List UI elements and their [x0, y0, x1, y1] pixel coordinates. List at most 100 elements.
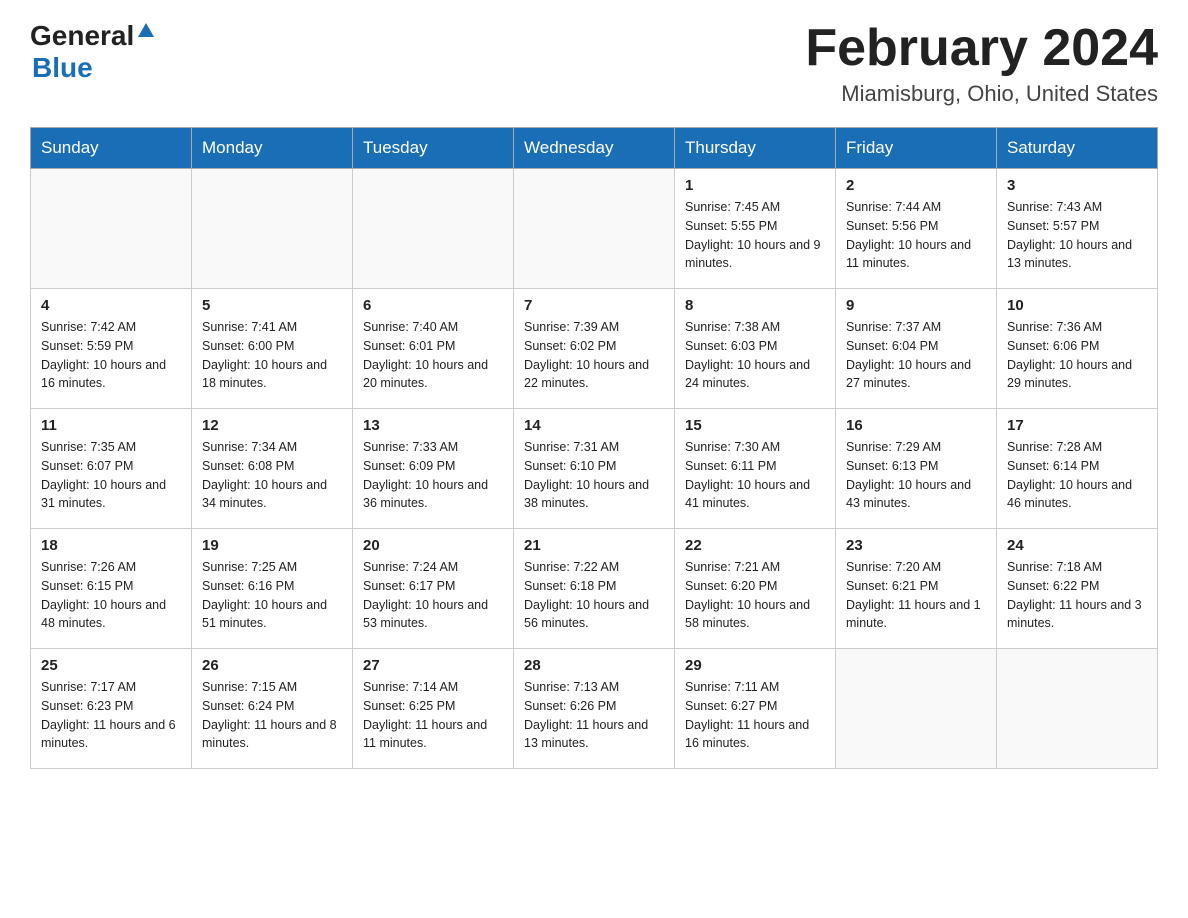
calendar-header: SundayMondayTuesdayWednesdayThursdayFrid… — [31, 128, 1158, 169]
calendar-week-3: 11 Sunrise: 7:35 AMSunset: 6:07 PMDayligh… — [31, 409, 1158, 529]
day-number: 21 — [524, 537, 664, 554]
day-info: Sunrise: 7:33 AMSunset: 6:09 PMDaylight:… — [363, 440, 488, 510]
day-info: Sunrise: 7:34 AMSunset: 6:08 PMDaylight:… — [202, 440, 327, 510]
calendar-cell: 28 Sunrise: 7:13 AMSunset: 6:26 PMDayligh… — [514, 649, 675, 769]
day-info: Sunrise: 7:20 AMSunset: 6:21 PMDaylight:… — [846, 560, 981, 630]
day-number: 5 — [202, 297, 342, 314]
day-number: 15 — [685, 417, 825, 434]
calendar-cell: 14Sunrise: 7:31 AMSunset: 6:10 PMDayligh… — [514, 409, 675, 529]
day-info: Sunrise: 7:13 AMSunset: 6:26 PMDaylight:… — [524, 680, 648, 750]
day-number: 16 — [846, 417, 986, 434]
weekday-header-friday: Friday — [836, 128, 997, 169]
calendar-cell: 2Sunrise: 7:44 AMSunset: 5:56 PMDaylight… — [836, 169, 997, 289]
weekday-header-saturday: Saturday — [997, 128, 1158, 169]
day-number: 1 — [685, 177, 825, 194]
location: Miamisburg, Ohio, United States — [805, 81, 1158, 107]
day-number: 19 — [202, 537, 342, 554]
day-info: Sunrise: 7:14 AMSunset: 6:25 PMDaylight:… — [363, 680, 487, 750]
logo-triangle-icon — [137, 21, 155, 44]
day-info: Sunrise: 7:41 AMSunset: 6:00 PMDaylight:… — [202, 320, 327, 390]
calendar-cell: 5 Sunrise: 7:41 AMSunset: 6:00 PMDaylight… — [192, 289, 353, 409]
calendar-cell: 25Sunrise: 7:17 AMSunset: 6:23 PMDayligh… — [31, 649, 192, 769]
day-info: Sunrise: 7:36 AMSunset: 6:06 PMDaylight:… — [1007, 320, 1132, 390]
day-number: 27 — [363, 657, 503, 674]
day-number: 14 — [524, 417, 664, 434]
calendar-cell: 18Sunrise: 7:26 AMSunset: 6:15 PMDayligh… — [31, 529, 192, 649]
calendar-cell: 9 Sunrise: 7:37 AMSunset: 6:04 PMDaylight… — [836, 289, 997, 409]
calendar-week-5: 25Sunrise: 7:17 AMSunset: 6:23 PMDayligh… — [31, 649, 1158, 769]
day-number: 28 — [524, 657, 664, 674]
calendar-cell: 1 Sunrise: 7:45 AMSunset: 5:55 PMDaylight… — [675, 169, 836, 289]
day-info: Sunrise: 7:25 AMSunset: 6:16 PMDaylight:… — [202, 560, 327, 630]
day-number: 4 — [41, 297, 181, 314]
day-info: Sunrise: 7:22 AMSunset: 6:18 PMDaylight:… — [524, 560, 649, 630]
calendar-cell: 27 Sunrise: 7:14 AMSunset: 6:25 PMDayligh… — [353, 649, 514, 769]
calendar-cell — [192, 169, 353, 289]
calendar-cell: 22 Sunrise: 7:21 AMSunset: 6:20 PMDayligh… — [675, 529, 836, 649]
day-number: 13 — [363, 417, 503, 434]
calendar-cell — [997, 649, 1158, 769]
day-info: Sunrise: 7:43 AMSunset: 5:57 PMDaylight:… — [1007, 200, 1132, 270]
day-info: Sunrise: 7:35 AMSunset: 6:07 PMDaylight:… — [41, 440, 166, 510]
calendar-cell: 11 Sunrise: 7:35 AMSunset: 6:07 PMDayligh… — [31, 409, 192, 529]
calendar-cell: 17Sunrise: 7:28 AMSunset: 6:14 PMDayligh… — [997, 409, 1158, 529]
day-number: 24 — [1007, 537, 1147, 554]
day-number: 11 — [41, 417, 181, 434]
day-info: Sunrise: 7:30 AMSunset: 6:11 PMDaylight:… — [685, 440, 810, 510]
calendar-table: SundayMondayTuesdayWednesdayThursdayFrid… — [30, 127, 1158, 769]
calendar-cell: 20Sunrise: 7:24 AMSunset: 6:17 PMDayligh… — [353, 529, 514, 649]
weekday-header-row: SundayMondayTuesdayWednesdayThursdayFrid… — [31, 128, 1158, 169]
calendar-cell: 13 Sunrise: 7:33 AMSunset: 6:09 PMDayligh… — [353, 409, 514, 529]
calendar-week-4: 18Sunrise: 7:26 AMSunset: 6:15 PMDayligh… — [31, 529, 1158, 649]
calendar-cell: 4 Sunrise: 7:42 AMSunset: 5:59 PMDaylight… — [31, 289, 192, 409]
calendar-cell — [31, 169, 192, 289]
calendar-cell: 8Sunrise: 7:38 AMSunset: 6:03 PMDaylight… — [675, 289, 836, 409]
day-info: Sunrise: 7:18 AMSunset: 6:22 PMDaylight:… — [1007, 560, 1142, 630]
calendar-cell: 19 Sunrise: 7:25 AMSunset: 6:16 PMDayligh… — [192, 529, 353, 649]
calendar-cell: 24 Sunrise: 7:18 AMSunset: 6:22 PMDayligh… — [997, 529, 1158, 649]
calendar-cell: 29 Sunrise: 7:11 AMSunset: 6:27 PMDayligh… — [675, 649, 836, 769]
calendar-cell: 12 Sunrise: 7:34 AMSunset: 6:08 PMDayligh… — [192, 409, 353, 529]
calendar-cell: 7 Sunrise: 7:39 AMSunset: 6:02 PMDaylight… — [514, 289, 675, 409]
day-info: Sunrise: 7:15 AMSunset: 6:24 PMDaylight:… — [202, 680, 337, 750]
day-info: Sunrise: 7:11 AMSunset: 6:27 PMDaylight:… — [685, 680, 809, 750]
day-info: Sunrise: 7:24 AMSunset: 6:17 PMDaylight:… — [363, 560, 488, 630]
calendar-week-1: 1 Sunrise: 7:45 AMSunset: 5:55 PMDaylight… — [31, 169, 1158, 289]
calendar-cell: 15 Sunrise: 7:30 AMSunset: 6:11 PMDayligh… — [675, 409, 836, 529]
day-number: 2 — [846, 177, 986, 194]
title-area: February 2024 Miamisburg, Ohio, United S… — [805, 20, 1158, 107]
month-title: February 2024 — [805, 20, 1158, 77]
day-info: Sunrise: 7:28 AMSunset: 6:14 PMDaylight:… — [1007, 440, 1132, 510]
logo-area: General Blue — [30, 20, 155, 84]
calendar-cell: 21 Sunrise: 7:22 AMSunset: 6:18 PMDayligh… — [514, 529, 675, 649]
day-number: 12 — [202, 417, 342, 434]
calendar-cell: 23Sunrise: 7:20 AMSunset: 6:21 PMDayligh… — [836, 529, 997, 649]
calendar-cell: 3Sunrise: 7:43 AMSunset: 5:57 PMDaylight… — [997, 169, 1158, 289]
calendar-cell — [514, 169, 675, 289]
weekday-header-thursday: Thursday — [675, 128, 836, 169]
calendar-cell: 16 Sunrise: 7:29 AMSunset: 6:13 PMDayligh… — [836, 409, 997, 529]
day-info: Sunrise: 7:29 AMSunset: 6:13 PMDaylight:… — [846, 440, 971, 510]
day-number: 26 — [202, 657, 342, 674]
day-number: 22 — [685, 537, 825, 554]
weekday-header-tuesday: Tuesday — [353, 128, 514, 169]
calendar-week-2: 4 Sunrise: 7:42 AMSunset: 5:59 PMDaylight… — [31, 289, 1158, 409]
calendar-cell: 10 Sunrise: 7:36 AMSunset: 6:06 PMDayligh… — [997, 289, 1158, 409]
day-info: Sunrise: 7:45 AMSunset: 5:55 PMDaylight:… — [685, 200, 821, 270]
day-info: Sunrise: 7:39 AMSunset: 6:02 PMDaylight:… — [524, 320, 649, 390]
day-info: Sunrise: 7:37 AMSunset: 6:04 PMDaylight:… — [846, 320, 971, 390]
calendar-cell: 26 Sunrise: 7:15 AMSunset: 6:24 PMDayligh… — [192, 649, 353, 769]
day-number: 10 — [1007, 297, 1147, 314]
day-info: Sunrise: 7:38 AMSunset: 6:03 PMDaylight:… — [685, 320, 810, 390]
calendar-cell — [836, 649, 997, 769]
day-number: 7 — [524, 297, 664, 314]
day-number: 29 — [685, 657, 825, 674]
day-info: Sunrise: 7:17 AMSunset: 6:23 PMDaylight:… — [41, 680, 176, 750]
weekday-header-wednesday: Wednesday — [514, 128, 675, 169]
day-number: 9 — [846, 297, 986, 314]
day-info: Sunrise: 7:21 AMSunset: 6:20 PMDaylight:… — [685, 560, 810, 630]
day-number: 18 — [41, 537, 181, 554]
page-header: General Blue February 2024 Miamisburg, O… — [30, 20, 1158, 107]
logo-general-text: General — [30, 20, 134, 52]
day-info: Sunrise: 7:42 AMSunset: 5:59 PMDaylight:… — [41, 320, 166, 390]
